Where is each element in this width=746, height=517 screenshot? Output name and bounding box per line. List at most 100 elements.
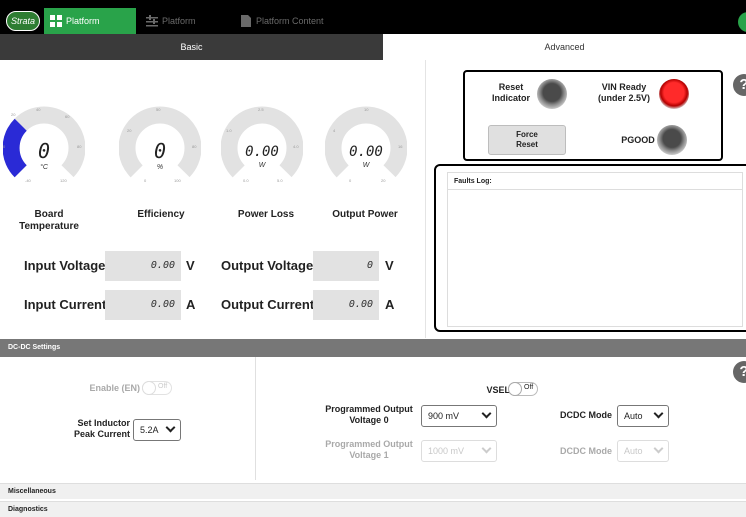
- nav-tab-platform-content[interactable]: Platform Content: [234, 8, 324, 34]
- force-reset-button[interactable]: Force Reset: [488, 125, 566, 155]
- gauge-tick: 0: [349, 178, 352, 183]
- settings-divider: [255, 357, 256, 480]
- programmed-output-voltage-1-select[interactable]: 1000 mV: [421, 440, 497, 462]
- board-temperature-label: Board Temperature: [19, 209, 79, 232]
- gauge-tick: 20: [127, 128, 132, 133]
- input-current-value: 0.00: [105, 290, 181, 320]
- chevron-down-icon: [165, 422, 176, 433]
- dcdc-mode-select[interactable]: Auto: [617, 405, 669, 427]
- programmed-output-voltage-1-label: Programmed Output Voltage 1: [325, 439, 413, 460]
- gauge-unit: W: [259, 162, 267, 169]
- select-value: 900 mV: [428, 411, 460, 421]
- input-voltage-value: 0.00: [105, 251, 181, 281]
- pgood-led: [657, 125, 687, 155]
- tab-basic[interactable]: Basic: [0, 34, 383, 60]
- select-value: Auto: [624, 446, 643, 456]
- gauge-tick: 80: [77, 144, 82, 149]
- reset-indicator-led: [537, 79, 567, 109]
- help-icon[interactable]: ?: [733, 74, 746, 96]
- gauge-unit: °C: [40, 163, 49, 171]
- gauge-tick: 20: [381, 178, 386, 183]
- inductor-peak-current-select[interactable]: 5.2A: [133, 419, 181, 441]
- enable-en-switch[interactable]: Off: [142, 381, 172, 395]
- chevron-down-icon: [481, 443, 492, 454]
- programmed-output-voltage-0-select[interactable]: 900 mV: [421, 405, 497, 427]
- switch-knob: [508, 382, 522, 396]
- document-icon: [241, 15, 251, 27]
- user-avatar[interactable]: [738, 12, 746, 32]
- nav-tab-label: Platform Content: [256, 16, 324, 26]
- output-current-unit: A: [385, 297, 395, 312]
- gauge-tick: 120: [60, 178, 67, 183]
- top-nav-bar: Strata Platform Selection Platform Contr…: [0, 0, 746, 52]
- output-current-label: Output Current: [221, 297, 315, 312]
- input-current-label: Input Current: [24, 297, 107, 312]
- inductor-peak-current-label: Set Inductor Peak Current: [73, 418, 130, 439]
- diagnostics-section[interactable]: Diagnostics: [0, 501, 746, 517]
- enable-en-label: Enable (EN): [89, 383, 140, 393]
- gauge-tick: 100: [174, 178, 181, 183]
- output-voltage-label: Output Voltage: [221, 258, 314, 273]
- select-value: 5.2A: [140, 425, 159, 435]
- gauge-unit: %: [157, 164, 163, 171]
- sliders-icon: [146, 15, 158, 27]
- miscellaneous-section[interactable]: Miscellaneous: [0, 483, 746, 499]
- efficiency-gauge: 50 20 80 100 0 0 %: [119, 106, 201, 186]
- vsel-label: VSEL: [486, 385, 510, 395]
- gauge-tick: 0.0: [243, 178, 249, 183]
- output-voltage-unit: V: [385, 258, 394, 273]
- gauge-tick: 0: [144, 178, 147, 183]
- faults-log: Faults Log:: [447, 172, 743, 327]
- switch-knob: [142, 381, 156, 395]
- chevron-down-icon: [481, 408, 492, 419]
- switch-state: Off: [524, 384, 534, 391]
- gauge-value: 0: [38, 139, 50, 163]
- output-current-value: 0.00: [313, 290, 379, 320]
- gauge-tick: 2.5: [258, 107, 264, 112]
- gauge-tick: 16: [398, 144, 403, 149]
- gauge-tick: 40: [36, 107, 41, 112]
- vin-ready-label: VIN Ready (under 2.5V): [597, 82, 650, 103]
- input-voltage-label: Input Voltage: [24, 258, 106, 273]
- faults-log-title: Faults Log:: [448, 173, 742, 190]
- output-voltage-value: 0: [313, 251, 379, 281]
- grid-icon: [50, 15, 62, 27]
- gauge-tick: 60: [65, 114, 70, 119]
- gauge-tick: 20: [11, 112, 16, 117]
- help-icon[interactable]: ?: [733, 361, 746, 383]
- gauge-tick: 5.0: [277, 178, 283, 183]
- select-value: 1000 mV: [428, 446, 465, 456]
- input-voltage-unit: V: [186, 258, 195, 273]
- pgood-label: PGOOD: [621, 135, 655, 145]
- tab-advanced[interactable]: Advanced: [383, 34, 746, 60]
- dcdc-mode-label: DCDC Mode: [560, 446, 612, 456]
- gauge-tick: 50: [156, 107, 161, 112]
- nav-tab-platform-selection[interactable]: Platform Selection: [44, 8, 136, 52]
- chevron-down-icon: [653, 443, 664, 454]
- efficiency-label: Efficiency: [137, 209, 185, 220]
- gauge-value: 0.00: [349, 144, 383, 160]
- power-loss-gauge: 2.5 1.0 4.0 5.0 0.0 0.00 W: [221, 106, 303, 186]
- dcdc-mode-select[interactable]: Auto: [617, 440, 669, 462]
- input-current-unit: A: [186, 297, 196, 312]
- gauge-unit: W: [363, 162, 371, 169]
- gauge-tick: -40: [25, 178, 32, 183]
- power-loss-label: Power Loss: [237, 209, 295, 220]
- vin-ready-led: [659, 79, 689, 109]
- gauge-tick: 4.0: [293, 144, 299, 149]
- nav-tab-platform-controls[interactable]: Platform Controls: [140, 8, 230, 52]
- gauge-value: 0: [154, 139, 166, 163]
- reset-indicator-label: Reset Indicator: [491, 82, 530, 103]
- output-power-gauge: 10 4 16 20 0 0.00 W: [325, 106, 407, 186]
- output-power-label: Output Power: [332, 209, 398, 220]
- chevron-down-icon: [653, 408, 664, 419]
- gauge-tick: 80: [192, 144, 197, 149]
- view-tabs: Basic Advanced: [0, 34, 746, 60]
- dcdc-settings-header[interactable]: DC-DC Settings: [0, 339, 746, 357]
- gauge-value: 0.00: [245, 144, 279, 160]
- panel-divider: [425, 60, 426, 338]
- gauge-tick: 1.0: [226, 128, 232, 133]
- vsel-switch[interactable]: Off: [508, 382, 538, 396]
- select-value: Auto: [624, 411, 643, 421]
- switch-state: Off: [158, 383, 168, 390]
